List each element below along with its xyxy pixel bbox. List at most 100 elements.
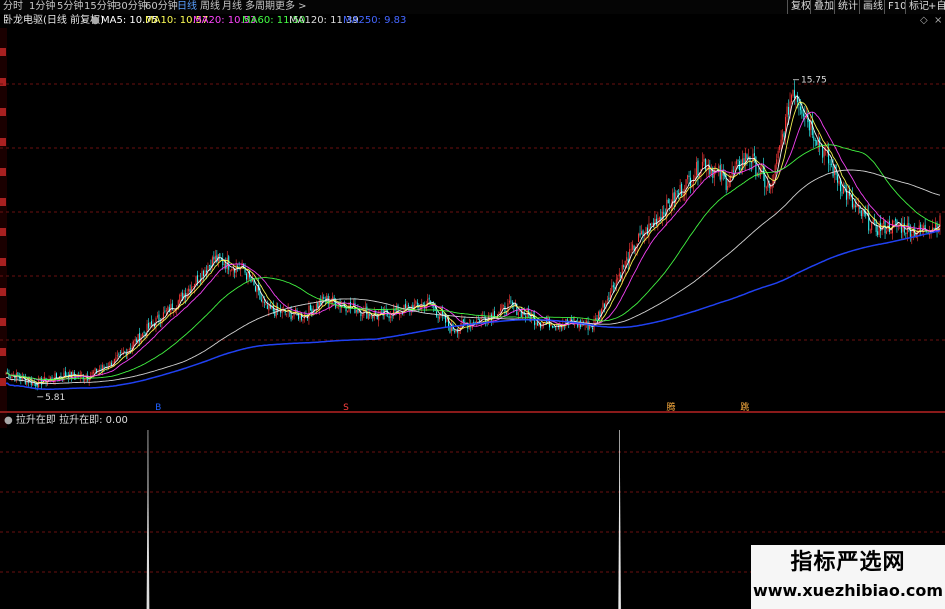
stock-title[interactable]: 卧龙电驱(日线 前复权) [3, 14, 104, 28]
candle-body [608, 297, 610, 300]
candle-body [504, 306, 506, 313]
candle-body [462, 319, 464, 322]
candle-body [55, 373, 57, 378]
candle-body [761, 167, 763, 169]
candle-body [208, 265, 210, 266]
candle-body [220, 258, 222, 260]
candle-body [146, 323, 148, 337]
candle-body [639, 233, 641, 236]
candle-body [869, 230, 871, 232]
candle-body [262, 300, 264, 303]
tab-5min[interactable]: 5分钟 [57, 0, 83, 14]
candle-body [256, 286, 258, 292]
candle-body [854, 205, 856, 207]
stats-button[interactable]: 统计 [834, 0, 861, 14]
candle-body [293, 314, 295, 317]
candle-body [453, 330, 455, 332]
settings-icon[interactable]: ● [91, 14, 100, 28]
candle-body [658, 217, 660, 220]
watermark-url: www.xuezhibiao.com [752, 581, 944, 600]
tab-30min[interactable]: 30分钟 [115, 0, 148, 14]
candle-body [158, 314, 160, 322]
candle-body [667, 199, 669, 204]
candle-body [525, 316, 527, 318]
tab-1min[interactable]: 1分钟 [29, 0, 55, 14]
candle-body [828, 149, 830, 164]
candle-body [847, 191, 849, 199]
candle-body [626, 257, 628, 262]
candle-body [317, 302, 319, 308]
custom-button[interactable]: +自 [928, 0, 945, 14]
candle-body [179, 294, 181, 302]
tab-15min[interactable]: 15分钟 [84, 0, 117, 14]
candle-body [808, 120, 810, 131]
candle-body [455, 330, 457, 333]
candle-body [618, 273, 620, 277]
tab-weekly[interactable]: 周线 [200, 0, 220, 14]
candle-body [788, 106, 790, 115]
candle-body [505, 312, 507, 314]
candle-body [508, 300, 510, 303]
overlay-button[interactable]: 叠加 [810, 0, 837, 14]
candle-body [889, 221, 891, 232]
candle-body [764, 174, 766, 188]
candle-body [164, 310, 166, 312]
candlestick-chart[interactable]: 15.75 5.81 B S 腾 跳 [0, 28, 945, 412]
candle-body [407, 305, 409, 307]
candle-body [165, 310, 167, 311]
candle-body [229, 270, 231, 272]
ma250-line [5, 229, 941, 390]
candle-body [180, 292, 182, 297]
candle-body [782, 134, 784, 140]
tab-more[interactable]: 更多 > [275, 0, 307, 14]
candle-body [9, 376, 11, 378]
low-price-label: 5.81 [45, 393, 65, 403]
tab-60min[interactable]: 60分钟 [145, 0, 178, 14]
candle-body [780, 139, 782, 147]
candle-body [612, 285, 614, 288]
tab-daily[interactable]: 日线 [177, 0, 197, 14]
candle-body [691, 184, 693, 186]
candle-body [189, 289, 191, 293]
candle-body [765, 186, 767, 189]
candle-body [103, 366, 105, 368]
candle-body [832, 166, 834, 177]
candle-body [415, 300, 417, 304]
draw-button[interactable]: 画线 [859, 0, 886, 14]
signal-marker: 腾 [667, 401, 676, 412]
candle-body [679, 185, 681, 194]
tab-multi-period[interactable]: 多周期 [245, 0, 275, 14]
candle-body [124, 351, 126, 353]
candle-body [736, 160, 738, 165]
candle-body [498, 311, 500, 315]
ma5-line [5, 95, 941, 386]
tab-monthly[interactable]: 月线 [222, 0, 242, 14]
candle-body [128, 348, 130, 350]
candle-body [792, 89, 794, 96]
candle-body [624, 260, 626, 268]
candle-body [599, 311, 601, 316]
candle-body [437, 316, 439, 318]
candle-body [611, 285, 613, 292]
candle-body [814, 140, 816, 141]
candle-body [701, 161, 703, 170]
candle-body [156, 315, 158, 318]
candle-body [286, 313, 288, 315]
candle-body [188, 288, 190, 292]
candle-body [391, 316, 393, 318]
candle-body [501, 304, 503, 310]
tab-timeshare[interactable]: 分时 [3, 0, 23, 14]
candle-body [357, 309, 359, 313]
ma20-line [5, 111, 941, 382]
close-icon[interactable]: × [934, 14, 942, 28]
candle-body [813, 136, 815, 141]
candle-body [517, 312, 519, 316]
candle-body [823, 150, 825, 157]
candle-body [890, 231, 892, 234]
candle-body [91, 372, 93, 375]
candle-body [676, 191, 678, 193]
candle-body [330, 301, 332, 303]
collapse-icon[interactable]: ◇ [920, 14, 928, 28]
candle-body [743, 158, 745, 164]
candle-body [698, 174, 700, 176]
